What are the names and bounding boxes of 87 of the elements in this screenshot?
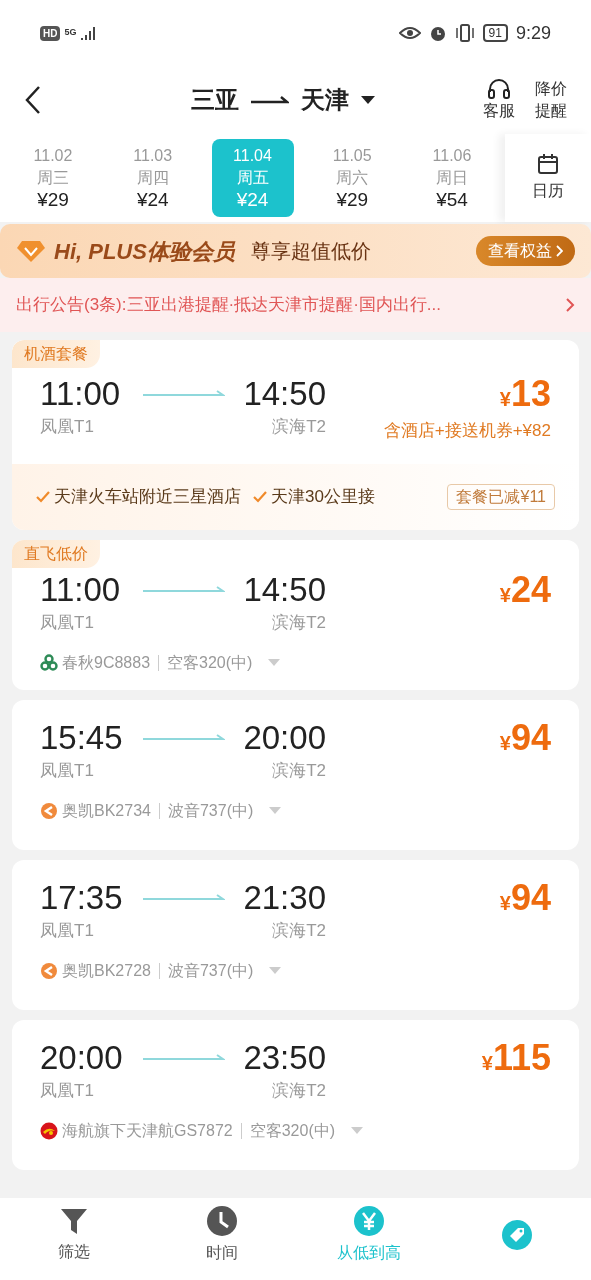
dropdown-caret-icon[interactable]	[360, 95, 375, 105]
departure-time: 15:45	[40, 717, 124, 758]
price-alert-button[interactable]: 降价 提醒	[535, 78, 567, 122]
airline-info: 奥凯BK2728	[62, 961, 151, 981]
airline-info: 春秋9C8883	[62, 653, 151, 673]
departure-airport: 凤凰T1	[40, 919, 95, 942]
alarm-icon	[428, 24, 447, 42]
chevron-right-icon	[556, 245, 563, 257]
origin-city[interactable]: 三亚	[190, 82, 239, 118]
signal-icon	[80, 26, 97, 40]
vibrate-icon	[454, 24, 475, 42]
checkmark-icon	[36, 490, 50, 503]
price: ¥94	[499, 877, 551, 920]
arrival-airport: 滨海T2	[272, 416, 326, 438]
chevron-right-icon	[565, 297, 575, 313]
arrival-time: 21:30	[243, 877, 326, 918]
perk-item: 天津30公里接	[271, 485, 375, 508]
price: ¥13	[499, 374, 551, 414]
arrival-time: 14:50	[243, 569, 326, 610]
airline-logo-icon	[40, 962, 58, 980]
yen-icon	[353, 1205, 386, 1237]
filter-icon	[58, 1206, 89, 1236]
calendar-icon	[537, 153, 559, 175]
aircraft-info: 波音737(中)	[167, 961, 254, 981]
departure-airport: 凤凰T1	[40, 759, 95, 782]
perk-item: 天津火车站附近三星酒店	[54, 485, 241, 508]
price-note: 含酒店+接送机券+¥82	[383, 420, 551, 442]
date-tab[interactable]: 11.06 周日 ¥54	[411, 139, 493, 217]
arrival-time: 20:00	[243, 717, 326, 758]
departure-airport: 凤凰T1	[40, 1079, 95, 1102]
aircraft-info: 空客320(中)	[167, 653, 253, 673]
flight-card[interactable]: 20:00 凤凰T1 23:50 滨海T2 ¥115 海航旗下天津航GS7872 空客320(中)	[12, 1019, 579, 1170]
arrival-time: 14:50	[243, 374, 326, 414]
plus-banner[interactable]: Hi, PLUS体验会员 尊享超值低价 查看权益	[0, 224, 591, 278]
departure-time: 20:00	[40, 1037, 124, 1078]
date-tab[interactable]: 11.02 周三 ¥29	[12, 139, 94, 217]
hd-indicator: HD	[40, 25, 61, 41]
price: ¥115	[481, 1037, 551, 1080]
tag-icon	[501, 1219, 534, 1251]
flight-card[interactable]: 直飞低价 11:00 凤凰T1 14:50 滨海T2 ¥24 春秋9C8883 空客320(中)	[12, 539, 579, 690]
airline-logo-icon	[40, 1122, 58, 1140]
checkmark-icon	[253, 490, 267, 503]
flight-card[interactable]: 机酒套餐 11:00 凤凰T1 14:50 滨海T2 ¥13 含酒店+接送机券+¥82 天津火车站附近三星酒店 天津30公里接 套餐已减¥11	[12, 340, 579, 530]
discount-badge: 套餐已减¥11	[447, 483, 555, 510]
aircraft-info: 空客320(中)	[249, 1121, 336, 1141]
bottom-tab[interactable]: 时间	[166, 1205, 277, 1265]
date-tab[interactable]: 11.05 周六 ¥29	[311, 139, 394, 217]
arrival-time: 23:50	[243, 1037, 326, 1078]
flight-card[interactable]: 17:35 凤凰T1 21:30 滨海T2 ¥94 奥凯BK2728 波音737(中)	[12, 859, 579, 1010]
back-icon[interactable]	[24, 85, 42, 115]
caret-icon	[269, 967, 282, 975]
caret-icon	[351, 1127, 364, 1135]
bottom-tab[interactable]: 筛选	[18, 1206, 129, 1264]
headset-icon	[487, 78, 511, 100]
leaf-logo-icon	[40, 654, 58, 672]
clock-icon	[205, 1205, 238, 1237]
customer-service-button[interactable]: 客服	[483, 78, 515, 122]
departure-time: 11:00	[40, 374, 122, 414]
airline-info: 海航旗下天津航GS7872	[62, 1121, 233, 1141]
eye-icon	[398, 26, 421, 40]
date-tab[interactable]: 11.03 周四 ¥24	[111, 139, 194, 217]
departure-time: 11:00	[40, 569, 122, 610]
calendar-button[interactable]: 日历	[505, 134, 591, 222]
battery-indicator: 91	[482, 24, 508, 42]
aircraft-info: 波音737(中)	[167, 801, 254, 821]
clock-time: 9:29	[515, 21, 551, 45]
diamond-icon	[16, 239, 46, 263]
arrival-airport: 滨海T2	[272, 611, 326, 634]
arrival-airport: 滨海T2	[272, 919, 326, 942]
card-tag: 直飞低价	[12, 539, 100, 568]
card-tag: 机酒套餐	[12, 340, 100, 368]
caret-icon	[268, 659, 281, 667]
airline-info: 奥凯BK2734	[62, 801, 151, 821]
price: ¥94	[499, 717, 551, 760]
destination-city[interactable]: 天津	[300, 82, 349, 118]
arrival-airport: 滨海T2	[272, 1079, 326, 1102]
airline-logo-icon	[40, 802, 58, 820]
departure-time: 17:35	[40, 877, 124, 918]
arrival-airport: 滨海T2	[272, 759, 326, 782]
departure-airport: 凤凰T1	[40, 416, 95, 438]
network-indicator: 5G	[64, 26, 77, 40]
caret-icon	[269, 807, 282, 815]
plus-title: Hi, PLUS体验会员	[54, 237, 235, 266]
price: ¥24	[499, 569, 551, 612]
plus-subtitle: 尊享超值低价	[250, 239, 371, 264]
departure-airport: 凤凰T1	[40, 611, 95, 634]
flight-card[interactable]: 15:45 凤凰T1 20:00 滨海T2 ¥94 奥凯BK2734 波音737(中)	[12, 699, 579, 850]
